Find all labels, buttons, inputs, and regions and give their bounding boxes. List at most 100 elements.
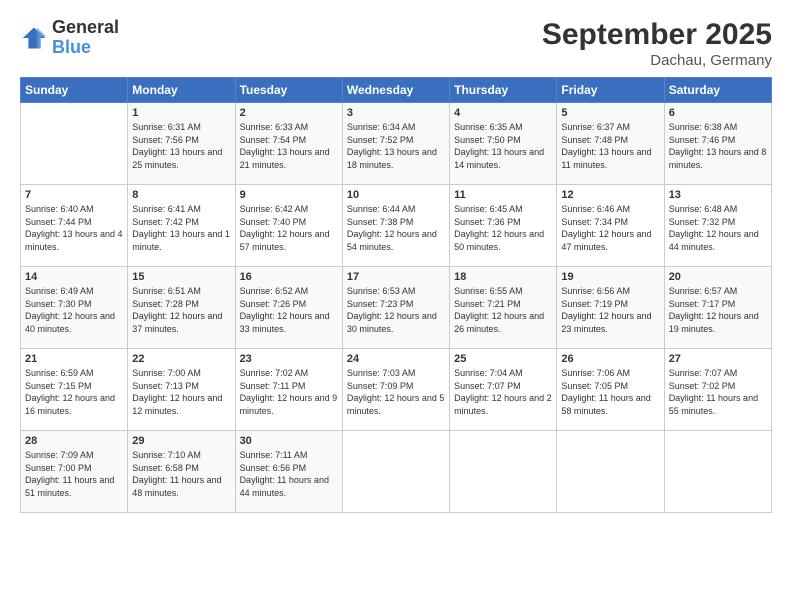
day-of-week-header: Wednesday: [342, 78, 449, 103]
calendar-subtitle: Dachau, Germany: [542, 52, 772, 69]
day-info: Sunrise: 7:11 AMSunset: 6:56 PMDaylight:…: [240, 449, 338, 499]
day-number: 25: [454, 353, 552, 365]
calendar-cell: 27 Sunrise: 7:07 AMSunset: 7:02 PMDayligh…: [664, 349, 771, 431]
calendar-body: 1 Sunrise: 6:31 AMSunset: 7:56 PMDaylight…: [21, 103, 772, 513]
header: General Blue September 2025 Dachau, Germ…: [20, 18, 772, 69]
day-info: Sunrise: 7:07 AMSunset: 7:02 PMDaylight:…: [669, 367, 767, 417]
day-info: Sunrise: 7:03 AMSunset: 7:09 PMDaylight:…: [347, 367, 445, 417]
day-number: 13: [669, 189, 767, 201]
calendar-week-row: 14Sunrise: 6:49 AMSunset: 7:30 PMDayligh…: [21, 267, 772, 349]
calendar-cell: 1 Sunrise: 6:31 AMSunset: 7:56 PMDaylight…: [128, 103, 235, 185]
day-number: 1: [132, 107, 230, 119]
day-number: 21: [25, 353, 123, 365]
day-info: Sunrise: 7:10 AMSunset: 6:58 PMDaylight:…: [132, 449, 230, 499]
calendar-cell: 2Sunrise: 6:33 AMSunset: 7:54 PMDaylight…: [235, 103, 342, 185]
day-number: 5: [561, 107, 659, 119]
day-info: Sunrise: 6:35 AMSunset: 7:50 PMDaylight:…: [454, 121, 552, 171]
day-info: Sunrise: 6:49 AMSunset: 7:30 PMDaylight:…: [25, 285, 123, 335]
logo-line2: Blue: [52, 38, 119, 58]
day-info: Sunrise: 6:31 AMSunset: 7:56 PMDaylight:…: [132, 121, 230, 171]
calendar-cell: 12Sunrise: 6:46 AMSunset: 7:34 PMDayligh…: [557, 185, 664, 267]
calendar-week-row: 21 Sunrise: 6:59 AMSunset: 7:15 PMDayligh…: [21, 349, 772, 431]
day-number: 26: [561, 353, 659, 365]
calendar-cell: 15 Sunrise: 6:51 AMSunset: 7:28 PMDayligh…: [128, 267, 235, 349]
day-number: 3: [347, 107, 445, 119]
calendar-cell: [21, 103, 128, 185]
day-info: Sunrise: 6:33 AMSunset: 7:54 PMDaylight:…: [240, 121, 338, 171]
day-of-week-header: Sunday: [21, 78, 128, 103]
calendar-cell: 19 Sunrise: 6:56 AMSunset: 7:19 PMDayligh…: [557, 267, 664, 349]
calendar-cell: 4 Sunrise: 6:35 AMSunset: 7:50 PMDaylight…: [450, 103, 557, 185]
calendar-cell: 10Sunrise: 6:44 AMSunset: 7:38 PMDayligh…: [342, 185, 449, 267]
day-of-week-header: Saturday: [664, 78, 771, 103]
day-number: 23: [240, 353, 338, 365]
calendar-cell: 18 Sunrise: 6:55 AMSunset: 7:21 PMDayligh…: [450, 267, 557, 349]
calendar-cell: 13Sunrise: 6:48 AMSunset: 7:32 PMDayligh…: [664, 185, 771, 267]
day-number: 30: [240, 435, 338, 447]
day-number: 10: [347, 189, 445, 201]
calendar-cell: 11Sunrise: 6:45 AMSunset: 7:36 PMDayligh…: [450, 185, 557, 267]
day-of-week-header: Tuesday: [235, 78, 342, 103]
calendar-cell: 6 Sunrise: 6:38 AMSunset: 7:46 PMDaylight…: [664, 103, 771, 185]
day-info: Sunrise: 6:59 AMSunset: 7:15 PMDaylight:…: [25, 367, 123, 417]
day-info: Sunrise: 6:37 AMSunset: 7:48 PMDaylight:…: [561, 121, 659, 171]
calendar-cell: 17 Sunrise: 6:53 AMSunset: 7:23 PMDayligh…: [342, 267, 449, 349]
day-number: 20: [669, 271, 767, 283]
calendar-title: September 2025: [542, 18, 772, 52]
day-number: 29: [132, 435, 230, 447]
day-info: Sunrise: 6:45 AMSunset: 7:36 PMDaylight:…: [454, 203, 552, 253]
calendar-cell: 21 Sunrise: 6:59 AMSunset: 7:15 PMDayligh…: [21, 349, 128, 431]
day-number: 6: [669, 107, 767, 119]
day-info: Sunrise: 7:02 AMSunset: 7:11 PMDaylight:…: [240, 367, 338, 417]
day-number: 22: [132, 353, 230, 365]
calendar-cell: [450, 431, 557, 513]
calendar-header: SundayMondayTuesdayWednesdayThursdayFrid…: [21, 78, 772, 103]
logo-icon: [20, 24, 48, 52]
day-info: Sunrise: 6:38 AMSunset: 7:46 PMDaylight:…: [669, 121, 767, 171]
day-of-week-header: Friday: [557, 78, 664, 103]
calendar-cell: 30 Sunrise: 7:11 AMSunset: 6:56 PMDayligh…: [235, 431, 342, 513]
calendar-table: SundayMondayTuesdayWednesdayThursdayFrid…: [20, 77, 772, 513]
day-number: 19: [561, 271, 659, 283]
day-number: 4: [454, 107, 552, 119]
day-number: 17: [347, 271, 445, 283]
day-number: 15: [132, 271, 230, 283]
day-info: Sunrise: 6:40 AMSunset: 7:44 PMDaylight:…: [25, 203, 123, 253]
logo-line1: General: [52, 18, 119, 38]
day-number: 28: [25, 435, 123, 447]
day-info: Sunrise: 6:46 AMSunset: 7:34 PMDaylight:…: [561, 203, 659, 253]
logo-text: General Blue: [52, 18, 119, 58]
header-row: SundayMondayTuesdayWednesdayThursdayFrid…: [21, 78, 772, 103]
calendar-cell: 29 Sunrise: 7:10 AMSunset: 6:58 PMDayligh…: [128, 431, 235, 513]
day-number: 18: [454, 271, 552, 283]
day-number: 27: [669, 353, 767, 365]
calendar-cell: [557, 431, 664, 513]
calendar-week-row: 7Sunrise: 6:40 AMSunset: 7:44 PMDaylight…: [21, 185, 772, 267]
day-info: Sunrise: 6:55 AMSunset: 7:21 PMDaylight:…: [454, 285, 552, 335]
day-info: Sunrise: 6:51 AMSunset: 7:28 PMDaylight:…: [132, 285, 230, 335]
calendar-cell: 3 Sunrise: 6:34 AMSunset: 7:52 PMDaylight…: [342, 103, 449, 185]
title-block: September 2025 Dachau, Germany: [542, 18, 772, 69]
day-info: Sunrise: 6:53 AMSunset: 7:23 PMDaylight:…: [347, 285, 445, 335]
day-info: Sunrise: 7:06 AMSunset: 7:05 PMDaylight:…: [561, 367, 659, 417]
calendar-cell: 22 Sunrise: 7:00 AMSunset: 7:13 PMDayligh…: [128, 349, 235, 431]
calendar-cell: 16Sunrise: 6:52 AMSunset: 7:26 PMDayligh…: [235, 267, 342, 349]
calendar-cell: 25 Sunrise: 7:04 AMSunset: 7:07 PMDayligh…: [450, 349, 557, 431]
day-info: Sunrise: 7:09 AMSunset: 7:00 PMDaylight:…: [25, 449, 123, 499]
calendar-cell: [342, 431, 449, 513]
logo: General Blue: [20, 18, 119, 58]
day-info: Sunrise: 6:34 AMSunset: 7:52 PMDaylight:…: [347, 121, 445, 171]
day-info: Sunrise: 6:56 AMSunset: 7:19 PMDaylight:…: [561, 285, 659, 335]
day-number: 9: [240, 189, 338, 201]
day-number: 16: [240, 271, 338, 283]
day-number: 24: [347, 353, 445, 365]
day-of-week-header: Thursday: [450, 78, 557, 103]
calendar-cell: 20Sunrise: 6:57 AMSunset: 7:17 PMDayligh…: [664, 267, 771, 349]
calendar-cell: 8Sunrise: 6:41 AMSunset: 7:42 PMDaylight…: [128, 185, 235, 267]
day-info: Sunrise: 7:04 AMSunset: 7:07 PMDaylight:…: [454, 367, 552, 417]
calendar-week-row: 1 Sunrise: 6:31 AMSunset: 7:56 PMDaylight…: [21, 103, 772, 185]
calendar-cell: 14Sunrise: 6:49 AMSunset: 7:30 PMDayligh…: [21, 267, 128, 349]
day-info: Sunrise: 7:00 AMSunset: 7:13 PMDaylight:…: [132, 367, 230, 417]
calendar-cell: 5 Sunrise: 6:37 AMSunset: 7:48 PMDaylight…: [557, 103, 664, 185]
day-of-week-header: Monday: [128, 78, 235, 103]
